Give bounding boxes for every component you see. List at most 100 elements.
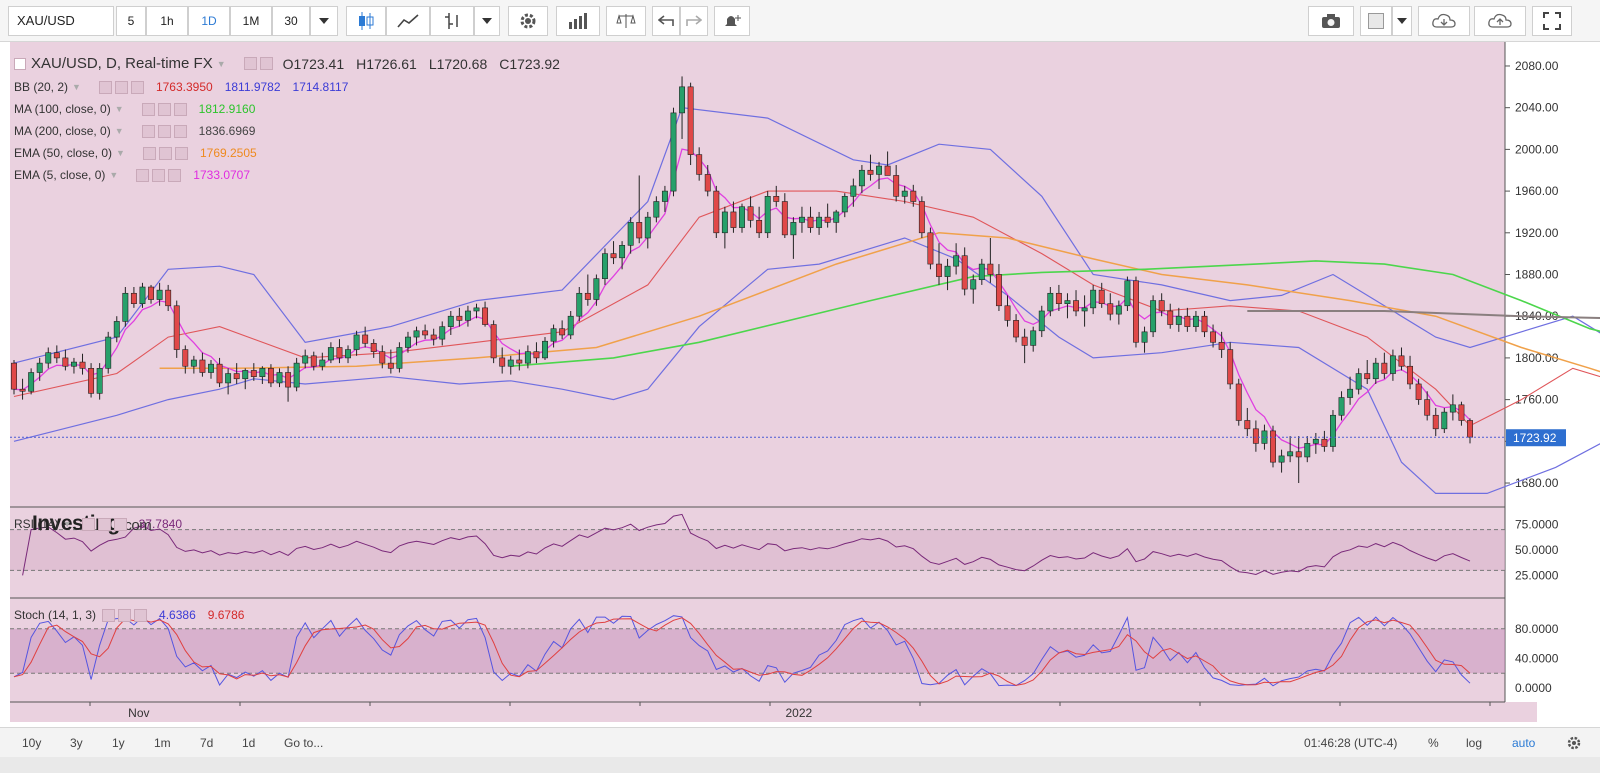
rsi-caret-icon[interactable]: ▼: [63, 519, 72, 529]
log-toggle[interactable]: log: [1466, 736, 1482, 750]
rsi-eye-icon[interactable]: [81, 517, 95, 531]
candle: [1330, 414, 1336, 447]
candle: [884, 165, 891, 176]
symbol-input[interactable]: XAU/USD: [8, 6, 114, 36]
chart-panel[interactable]: 1680.001720.001760.001800.001840.001880.…: [10, 42, 1600, 722]
candle: [1124, 280, 1131, 307]
candle: [139, 286, 146, 304]
snapshot-button[interactable]: [1308, 6, 1354, 36]
candle: [79, 361, 86, 369]
tools-dropdown[interactable]: [474, 6, 500, 36]
range-1m[interactable]: 1m: [154, 736, 171, 750]
compare-button[interactable]: [556, 6, 600, 36]
ema50-eye-icon[interactable]: [142, 146, 156, 160]
ma200-caret-icon[interactable]: ▼: [115, 126, 124, 136]
indicators-button[interactable]: [386, 6, 430, 36]
ma100-legend: MA (100, close, 0) ▼ 1812.9160: [14, 102, 255, 116]
stoch-close-icon[interactable]: [134, 608, 148, 622]
ema5-gear-icon[interactable]: [152, 168, 166, 182]
bb-caret-icon[interactable]: ▼: [72, 82, 81, 92]
interval-30[interactable]: 30: [272, 6, 310, 36]
candle: [225, 373, 232, 384]
stoch-gear-icon[interactable]: [118, 608, 132, 622]
candle: [602, 253, 608, 279]
bb-close-icon[interactable]: [130, 80, 144, 94]
candle: [1141, 331, 1148, 343]
ma100-close-icon[interactable]: [173, 102, 187, 116]
candles-style-button[interactable]: [346, 6, 386, 36]
rsi-gear-icon[interactable]: [97, 517, 111, 531]
candle: [345, 349, 351, 359]
ma200-close-icon[interactable]: [173, 124, 187, 138]
candle: [910, 190, 917, 202]
ema50-caret-icon[interactable]: ▼: [116, 148, 125, 158]
alert-button[interactable]: [714, 6, 750, 36]
interval-1h[interactable]: 1h: [146, 6, 188, 36]
candle: [1107, 303, 1114, 315]
color-dropdown[interactable]: [1392, 6, 1412, 36]
scale-button[interactable]: [606, 6, 646, 36]
goto-button[interactable]: Go to...: [284, 736, 323, 750]
color-picker-button[interactable]: [1360, 6, 1392, 36]
percent-toggle[interactable]: %: [1428, 736, 1439, 750]
gear-icon[interactable]: [1566, 735, 1582, 751]
ema5-caret-icon[interactable]: ▼: [109, 170, 118, 180]
ma200-eye-icon[interactable]: [141, 124, 155, 138]
candle: [156, 289, 163, 300]
stoch-d-value: 9.6786: [207, 608, 245, 622]
candle: [242, 370, 249, 380]
settings-button[interactable]: [508, 6, 548, 36]
candle: [1321, 438, 1328, 447]
interval-5[interactable]: 5: [116, 6, 146, 36]
interval-1d[interactable]: 1D: [188, 6, 230, 36]
candle: [1115, 305, 1122, 315]
load-layout-button[interactable]: [1418, 6, 1470, 36]
legend-caret-icon[interactable]: ▼: [217, 59, 226, 69]
ma100-gear-icon[interactable]: [157, 102, 171, 116]
status-strip: [0, 757, 1600, 773]
ma100-caret-icon[interactable]: ▼: [115, 104, 124, 114]
ma200-gear-icon[interactable]: [157, 124, 171, 138]
range-7d[interactable]: 7d: [200, 736, 213, 750]
legend-low: L1720.68: [428, 55, 488, 72]
ema50-close-icon[interactable]: [174, 146, 188, 160]
candle: [250, 370, 257, 377]
range-3y[interactable]: 3y: [70, 736, 83, 750]
range-1y[interactable]: 1y: [112, 736, 125, 750]
ema5-close-icon[interactable]: [168, 168, 182, 182]
candlestick-icon: [359, 12, 374, 30]
ma100-eye-icon[interactable]: [141, 102, 155, 116]
ema5-eye-icon[interactable]: [136, 168, 150, 182]
bb-legend: BB (20, 2) ▼ 1763.3950 1811.9782 1714.81…: [14, 80, 348, 94]
fullscreen-button[interactable]: [1532, 6, 1572, 36]
stoch-tick-label: 40.0000: [1515, 651, 1559, 665]
legend-gear-icon[interactable]: [259, 57, 273, 70]
auto-toggle[interactable]: auto: [1512, 736, 1535, 750]
candle: [1338, 397, 1345, 416]
candle: [1312, 438, 1319, 444]
interval-dropdown[interactable]: [310, 6, 338, 36]
legend-eye-icon[interactable]: [243, 57, 257, 70]
interval-1m[interactable]: 1M: [230, 6, 272, 36]
undo-button[interactable]: [652, 6, 680, 36]
bb-gear-icon[interactable]: [114, 80, 128, 94]
collapse-icon[interactable]: [14, 57, 26, 70]
candle: [747, 206, 754, 221]
range-10y[interactable]: 10y: [22, 736, 41, 750]
stoch-eye-icon[interactable]: [102, 608, 116, 622]
range-1d[interactable]: 1d: [242, 736, 255, 750]
candle: [593, 278, 600, 300]
candle: [893, 175, 900, 197]
candle: [482, 307, 489, 325]
stoch-tick-label: 80.0000: [1515, 622, 1559, 636]
candle: [1467, 420, 1473, 438]
candle: [336, 347, 343, 359]
redo-button[interactable]: [680, 6, 708, 36]
rsi-close-icon[interactable]: [113, 517, 127, 531]
save-layout-button[interactable]: [1474, 6, 1526, 36]
candle: [721, 211, 728, 234]
candle: [610, 253, 617, 259]
ema50-gear-icon[interactable]: [158, 146, 172, 160]
bb-eye-icon[interactable]: [98, 80, 112, 94]
drawing-tools-button[interactable]: [430, 6, 474, 36]
